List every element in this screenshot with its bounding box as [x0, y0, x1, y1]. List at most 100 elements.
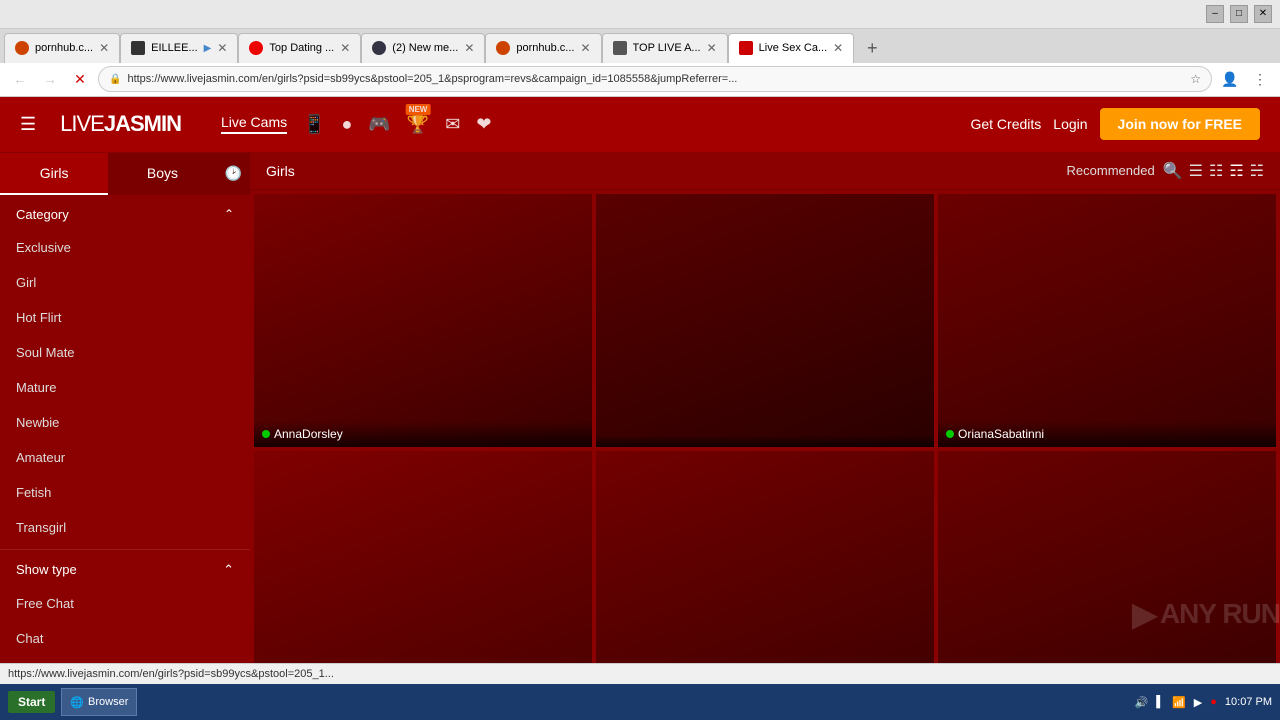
- address-bar[interactable]: 🔒 https://www.livejasmin.com/en/girls?ps…: [98, 66, 1212, 92]
- grid-view-large-icon[interactable]: ☵: [1250, 161, 1264, 181]
- tab-title: Top Dating ...: [269, 42, 334, 54]
- tab-favicon: [131, 41, 145, 55]
- main-toolbar: Girls Recommended 🔍 ☰ ☷ ☶ ☵: [250, 153, 1280, 190]
- lock-icon: 🔒: [109, 74, 121, 85]
- join-now-button[interactable]: Join now for FREE: [1100, 108, 1260, 140]
- performer-name: OrianaSabatinni: [958, 427, 1044, 441]
- taskbar: Start 🌐 Browser 🔊 ▌ 📶 ▶ ● 10:07 PM: [0, 684, 1280, 720]
- sidebar-tab-boys[interactable]: Boys: [108, 153, 216, 195]
- performer-card[interactable]: GracefulSarah: [938, 451, 1276, 663]
- tab-favicon: [613, 41, 627, 55]
- system-tray: 🔊 ▌ 📶 ▶ ● 10:07 PM: [1135, 696, 1272, 709]
- forward-button[interactable]: →: [38, 67, 62, 91]
- browser-tabs-bar: pornhub.c... ✕ EILLEE... ▶ ✕ Top Dating …: [0, 29, 1280, 63]
- taskbar-icon: 🌐: [70, 696, 84, 709]
- sidebar-item[interactable]: Fetish: [0, 475, 250, 510]
- sidebar-tabs: Girls Boys 🕑: [0, 153, 250, 195]
- close-button[interactable]: ✕: [1254, 5, 1272, 23]
- games-icon[interactable]: 🎮: [368, 114, 390, 135]
- search-icon[interactable]: 🔍: [1163, 161, 1183, 181]
- sidebar-item[interactable]: Amateur: [0, 440, 250, 475]
- bookmark-icon[interactable]: ☆: [1190, 72, 1201, 86]
- tab-close-icon[interactable]: ✕: [580, 41, 590, 55]
- sidebar-item[interactable]: Transgirl: [0, 510, 250, 545]
- header-nav: Live Cams 📱 ● 🎮 🏆 NEW ✉ ❤: [221, 114, 951, 135]
- tab-favicon: [496, 41, 510, 55]
- tab-close-icon[interactable]: ✕: [707, 41, 717, 55]
- favorites-icon[interactable]: ❤: [476, 114, 491, 135]
- browser-status-bar: https://www.livejasmin.com/en/girls?psid…: [0, 663, 1280, 684]
- exclusives-icon[interactable]: ●: [342, 114, 353, 135]
- maximize-button[interactable]: □: [1230, 5, 1248, 23]
- sidebar-item[interactable]: Newbie: [0, 405, 250, 440]
- sidebar: Girls Boys 🕑 Category ⌃ Exclusive Girl H…: [0, 153, 250, 663]
- browser-tab[interactable]: EILLEE... ▶ ✕: [120, 33, 238, 63]
- login-button[interactable]: Login: [1053, 116, 1087, 132]
- new-badge-label: NEW: [406, 104, 431, 115]
- new-tab-button[interactable]: +: [858, 35, 886, 63]
- tab-favicon: [15, 41, 29, 55]
- online-indicator: [262, 430, 270, 438]
- site-logo: LIVEJASMIN: [60, 111, 181, 137]
- category-section-header[interactable]: Category ⌃: [0, 195, 250, 230]
- performer-card[interactable]: OrianaSabatinni: [938, 194, 1276, 448]
- tray-icon: 🔊: [1135, 696, 1149, 709]
- category-label: Category: [16, 207, 69, 222]
- tab-title: TOP LIVE A...: [633, 42, 701, 54]
- show-type-section-header[interactable]: Show type ⌃: [0, 549, 250, 586]
- sidebar-item[interactable]: Girl: [0, 265, 250, 300]
- live-cams-nav-link[interactable]: Live Cams: [221, 114, 287, 134]
- performer-card[interactable]: [596, 194, 934, 448]
- reload-button[interactable]: ✕: [68, 67, 92, 91]
- grid-view-medium-icon[interactable]: ☶: [1229, 161, 1243, 181]
- sidebar-item[interactable]: Chat: [0, 621, 250, 656]
- browser-tab-active[interactable]: Live Sex Ca... ✕: [728, 33, 855, 63]
- list-view-icon[interactable]: ☰: [1189, 161, 1203, 181]
- tab-close-icon[interactable]: ✕: [464, 41, 474, 55]
- sidebar-tab-girls[interactable]: Girls: [0, 153, 108, 195]
- sidebar-item[interactable]: Mature: [0, 370, 250, 405]
- performer-card[interactable]: AnnaDorsley: [254, 194, 592, 448]
- grid-view-small-icon[interactable]: ☷: [1209, 161, 1223, 181]
- sidebar-history-button[interactable]: 🕑: [217, 153, 250, 195]
- start-button[interactable]: Start: [8, 691, 55, 713]
- hamburger-menu-icon[interactable]: ☰: [20, 114, 36, 135]
- sidebar-item[interactable]: Exclusive: [0, 230, 250, 265]
- mail-icon[interactable]: ✉: [445, 114, 460, 135]
- sort-dropdown[interactable]: Recommended: [1067, 163, 1155, 178]
- sidebar-item[interactable]: Hot Flirt: [0, 300, 250, 335]
- tab-close-icon[interactable]: ✕: [340, 41, 350, 55]
- site-wrapper: ☰ LIVEJASMIN Live Cams 📱 ● 🎮 🏆 NEW ✉: [0, 97, 1280, 663]
- profile-button[interactable]: 👤: [1218, 67, 1242, 91]
- menu-button[interactable]: ⋮: [1248, 67, 1272, 91]
- get-credits-link[interactable]: Get Credits: [970, 116, 1041, 132]
- logo-jasmin: JASMIN: [104, 111, 181, 136]
- view-icons: 🔍 ☰ ☷ ☶ ☵: [1163, 161, 1264, 181]
- tab-close-icon[interactable]: ✕: [833, 41, 843, 55]
- sidebar-item[interactable]: Soul Mate: [0, 335, 250, 370]
- tab-favicon: [739, 41, 753, 55]
- tab-close-icon[interactable]: ✕: [217, 41, 227, 55]
- browser-tab[interactable]: Top Dating ... ✕: [238, 33, 361, 63]
- tray-icon: ●: [1210, 696, 1217, 708]
- sidebar-item[interactable]: Free Chat: [0, 586, 250, 621]
- performer-card[interactable]: EvaBray: [254, 451, 592, 663]
- taskbar-item[interactable]: 🌐 Browser: [61, 688, 137, 716]
- tab-close-icon[interactable]: ✕: [99, 41, 109, 55]
- tab-title: EILLEE...: [151, 42, 197, 54]
- browser-tab[interactable]: pornhub.c... ✕: [4, 33, 120, 63]
- browser-tab[interactable]: pornhub.c... ✕: [485, 33, 601, 63]
- browser-tab[interactable]: TOP LIVE A... ✕: [602, 33, 728, 63]
- browser-tab[interactable]: (2) New me... ✕: [361, 33, 485, 63]
- show-type-label: Show type: [16, 562, 77, 577]
- trophy-icon[interactable]: 🏆 NEW: [407, 114, 429, 135]
- performer-card[interactable]: JessEven: [596, 451, 934, 663]
- minimize-button[interactable]: –: [1206, 5, 1224, 23]
- main-content: Girls Recommended 🔍 ☰ ☷ ☶ ☵: [250, 153, 1280, 663]
- mobile-icon[interactable]: 📱: [303, 114, 325, 135]
- back-button[interactable]: ←: [8, 67, 32, 91]
- header-right: Get Credits Login Join now for FREE: [970, 108, 1260, 140]
- browser-titlebar: – □ ✕: [0, 0, 1280, 29]
- browser-navbar: ← → ✕ 🔒 https://www.livejasmin.com/en/gi…: [0, 63, 1280, 97]
- tab-title: pornhub.c...: [516, 42, 574, 54]
